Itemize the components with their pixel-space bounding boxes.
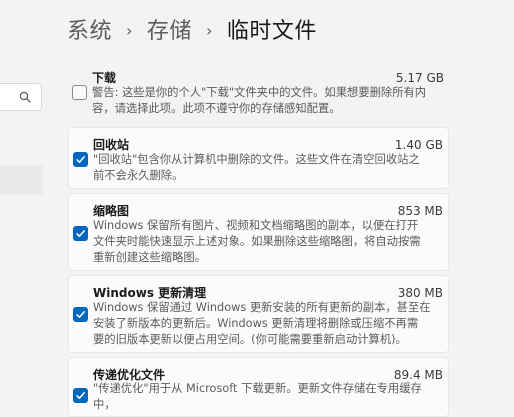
- downloads-checkbox[interactable]: [72, 85, 87, 100]
- list-item-recycle-bin: 回收站 1.40 GB "回收站"包含你从计算机中删除的文件。这些文件在清空回收…: [68, 127, 449, 189]
- checkmark-icon: [76, 230, 85, 237]
- item-description: "传递优化"用于从 Microsoft 下载更新。更新文件存储在专用缓存 中，: [93, 382, 422, 411]
- list-item-delivery-optimization: 传递优化文件 89.4 MB "传递优化"用于从 Microsoft 下载更新。…: [68, 357, 449, 417]
- item-title: 缩略图: [93, 204, 130, 218]
- delivery-optimization-checkbox[interactable]: [73, 388, 88, 403]
- item-size: 853 MB: [397, 204, 443, 218]
- page-title: 临时文件: [226, 19, 317, 44]
- list-item-thumbnails: 缩略图 853 MB Windows 保留所有图片、视频和文档缩略图的副本，以便…: [68, 193, 449, 271]
- breadcrumb-storage[interactable]: 存储: [147, 13, 192, 45]
- item-description: Windows 保留通过 Windows 更新安装的所有更新的副本，甚至在 安装…: [93, 301, 431, 346]
- checkmark-icon: [76, 311, 85, 318]
- item-description: Windows 保留所有图片、视频和文档缩略图的副本，以便在打开 文件夹时能快速…: [93, 219, 421, 264]
- list-item-downloads: 下载 5.17 GB 警告: 这些是你的个人"下载"文件夹中的文件。如果想要删除…: [68, 64, 449, 122]
- recycle-bin-checkbox[interactable]: [73, 152, 88, 167]
- item-size: 380 MB: [397, 286, 443, 300]
- item-title: Windows 更新清理: [93, 286, 207, 300]
- checkmark-icon: [76, 392, 85, 399]
- sidebar-item-selected[interactable]: [0, 165, 43, 195]
- list-item-windows-update-cleanup: Windows 更新清理 380 MB Windows 保留通过 Windows…: [68, 275, 449, 353]
- thumbnails-checkbox[interactable]: [73, 226, 88, 241]
- item-title: 下载: [92, 71, 117, 85]
- checkmark-icon: [76, 156, 85, 163]
- search-icon: [19, 91, 31, 103]
- item-size: 5.17 GB: [395, 71, 444, 85]
- item-size: 89.4 MB: [393, 368, 443, 382]
- search-input[interactable]: [0, 83, 42, 111]
- breadcrumb: 系统 › 存储 › 临时文件: [67, 12, 317, 46]
- chevron-right-icon: ›: [126, 20, 133, 40]
- item-size: 1.40 GB: [394, 138, 443, 152]
- windows-update-cleanup-checkbox[interactable]: [73, 307, 88, 322]
- breadcrumb-system[interactable]: 系统: [67, 13, 112, 45]
- chevron-right-icon: ›: [205, 20, 213, 40]
- item-description: "回收站"包含你从计算机中删除的文件。这些文件在清空回收站之 前不会永久删除。: [93, 153, 420, 182]
- item-title: 回收站: [93, 138, 130, 152]
- item-description: 警告: 这些是你的个人"下载"文件夹中的文件。如果想要删除所有内 容，请选择此项…: [92, 86, 427, 115]
